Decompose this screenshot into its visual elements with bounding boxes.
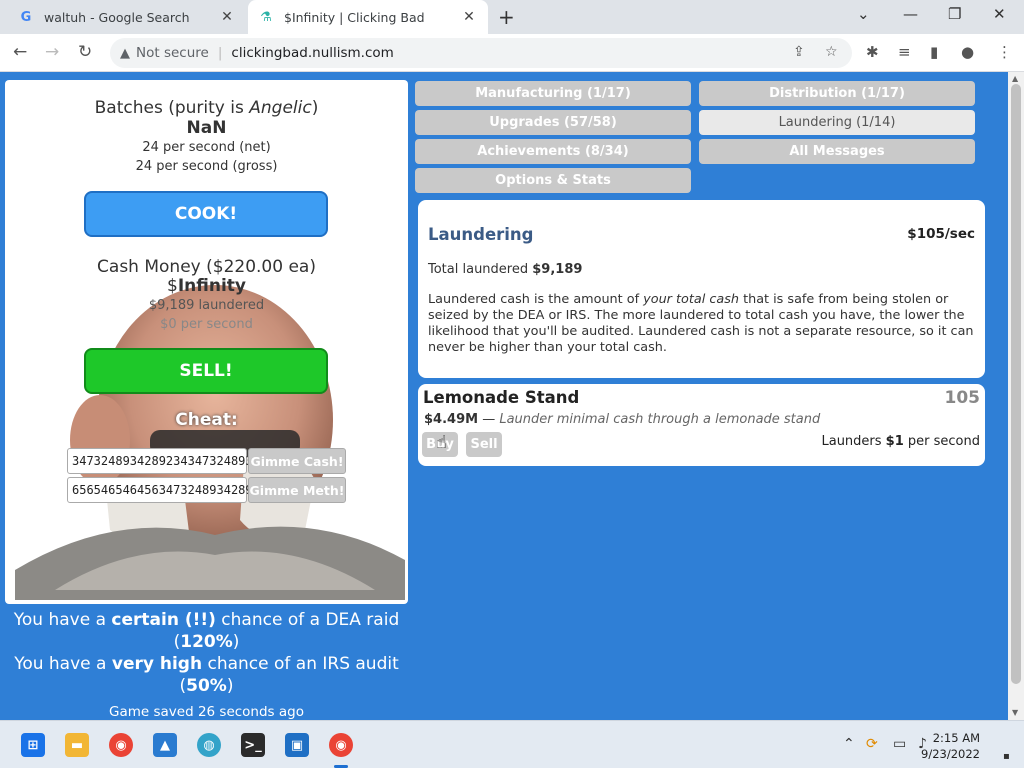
windows-taskbar: ⊞ ▬ ◉ ▲ ◍ >_ ▣ ◉ ⌃ ⟳ ▭ ♪ 2:15 AM 9/23/20… xyxy=(0,720,1024,768)
security-label[interactable]: Not secure xyxy=(136,45,209,61)
windows-start-icon[interactable]: ⊞ xyxy=(21,733,45,757)
cash-per-second: $0 per second xyxy=(160,317,253,332)
warning-icon[interactable]: ▲ xyxy=(120,46,130,61)
back-icon[interactable]: ← xyxy=(13,42,27,62)
laundering-rate: $105/sec xyxy=(907,226,975,242)
laundering-description: Laundered cash is the amount of your tot… xyxy=(428,292,974,355)
cash-label: Cash Money ($220.00 ea) xyxy=(97,257,316,277)
close-tab-icon[interactable]: ✕ xyxy=(218,9,236,25)
laundering-info-card: Laundering $105/sec Total laundered $9,1… xyxy=(418,200,985,378)
item-launder-rate: Launders $1 per second xyxy=(821,434,980,449)
batches-label: Batches (purity is Angelic) xyxy=(94,98,319,118)
close-tab-icon[interactable]: ✕ xyxy=(460,9,478,25)
file-explorer-icon[interactable]: ▬ xyxy=(65,733,89,757)
tab-upgrades[interactable]: Upgrades (57/58) xyxy=(415,110,691,135)
chrome-active-icon[interactable]: ◉ xyxy=(329,733,353,757)
item-name: Lemonade Stand xyxy=(423,388,580,407)
cheat-meth-input[interactable]: 656546546456347324893428923 xyxy=(67,477,267,503)
show-hidden-icons-icon[interactable]: ⌃ xyxy=(843,736,855,752)
production-panel: Batches (purity is Angelic) NaN 24 per s… xyxy=(5,80,408,604)
terminal-icon[interactable]: >_ xyxy=(241,733,265,757)
address-bar: ← → ↻ ▲ Not secure | clickingbad.nullism… xyxy=(0,34,1024,72)
url-text[interactable]: clickingbad.nullism.com xyxy=(231,45,393,61)
tab-all-messages[interactable]: All Messages xyxy=(699,139,975,164)
close-window-icon[interactable]: ✕ xyxy=(993,5,1006,23)
scroll-down-icon[interactable]: ▼ xyxy=(1012,708,1018,717)
tab-search-icon[interactable]: ⌄ xyxy=(857,5,870,23)
maps-icon[interactable]: ◍ xyxy=(197,733,221,757)
new-tab-icon[interactable]: + xyxy=(498,5,515,29)
tab-title: $Infinity | Clicking Bad xyxy=(284,9,425,25)
item-count: 105 xyxy=(944,388,981,408)
divider: | xyxy=(217,45,223,61)
gimme-cash-button[interactable]: Gimme Cash! xyxy=(248,448,346,474)
minimize-icon[interactable]: — xyxy=(903,5,918,23)
tab-distribution[interactable]: Distribution (1/17) xyxy=(699,81,975,106)
reload-icon[interactable]: ↻ xyxy=(78,42,92,62)
dea-risk: You have a certain (!!) chance of a DEA … xyxy=(13,610,400,652)
clock-date: 9/23/2022 xyxy=(921,747,980,761)
cook-button[interactable]: COOK! xyxy=(84,191,328,237)
tab-laundering[interactable]: Laundering (1/14) xyxy=(699,110,975,135)
tab-clicking-bad[interactable]: ⚗ $Infinity | Clicking Bad ✕ xyxy=(248,0,488,34)
save-status: Game saved 26 seconds ago xyxy=(109,704,304,720)
google-g-icon: G xyxy=(20,9,32,25)
net-rate: 24 per second (net) xyxy=(142,140,271,155)
sell-button[interactable]: SELL! xyxy=(84,348,328,394)
clock-time: 2:15 AM xyxy=(932,731,980,745)
side-panel-icon[interactable]: ▮ xyxy=(930,43,938,61)
media-control-icon[interactable]: ≡ xyxy=(898,43,911,61)
tab-achievements[interactable]: Achievements (8/34) xyxy=(415,139,691,164)
cheat-title: Cheat: xyxy=(175,410,238,430)
bookmark-star-icon[interactable]: ☆ xyxy=(825,44,838,60)
scroll-up-icon[interactable]: ▲ xyxy=(1012,74,1018,83)
laundering-title: Laundering xyxy=(428,225,534,244)
sell-item-button[interactable]: Sell xyxy=(466,432,502,457)
sync-icon[interactable]: ⟳ xyxy=(866,736,878,752)
hand-cursor-icon: ☝ xyxy=(436,432,447,453)
total-laundered: Total laundered $9,189 xyxy=(428,262,583,277)
item-cost: $4.49M — Launder minimal cash through a … xyxy=(424,412,821,427)
share-icon[interactable]: ⇪ xyxy=(793,44,805,60)
profile-avatar-icon[interactable]: ● xyxy=(961,43,974,61)
scroll-thumb[interactable] xyxy=(1011,84,1021,684)
tab-title: waltuh - Google Search xyxy=(44,9,190,25)
extensions-icon[interactable]: ✱ xyxy=(866,43,879,61)
tab-google-search[interactable]: G waltuh - Google Search ✕ xyxy=(8,0,246,34)
page-scrollbar[interactable]: ▲ ▼ xyxy=(1008,72,1024,720)
notification-icon[interactable]: ▪ xyxy=(1003,751,1010,762)
tab-manufacturing[interactable]: Manufacturing (1/17) xyxy=(415,81,691,106)
forward-icon[interactable]: → xyxy=(45,42,59,62)
gross-rate: 24 per second (gross) xyxy=(135,159,278,174)
chrome-icon[interactable]: ◉ xyxy=(109,733,133,757)
cheat-cash-input[interactable]: 347324893428923434732489342 xyxy=(67,448,267,474)
batches-value: NaN xyxy=(186,118,227,138)
irs-risk: You have a very high chance of an IRS au… xyxy=(14,654,399,696)
laundered-total: $9,189 laundered xyxy=(148,298,265,313)
gimme-meth-button[interactable]: Gimme Meth! xyxy=(248,477,346,503)
network-icon[interactable]: ▭ xyxy=(893,736,906,752)
photos-icon[interactable]: ▲ xyxy=(153,733,177,757)
maximize-icon[interactable]: ❐ xyxy=(948,5,961,23)
tab-bar: G waltuh - Google Search ✕ ⚗ $Infinity |… xyxy=(0,0,1024,34)
cash-value: $Infinity xyxy=(167,276,246,296)
menu-kebab-icon[interactable]: ⋮ xyxy=(997,43,1012,61)
omnibox[interactable]: ▲ Not secure | clickingbad.nullism.com ⇪… xyxy=(110,38,852,68)
tab-options-stats[interactable]: Options & Stats xyxy=(415,168,691,193)
flask-icon: ⚗ xyxy=(260,9,272,25)
game-page: Batches (purity is Angelic) NaN 24 per s… xyxy=(0,72,1008,720)
store-icon[interactable]: ▣ xyxy=(285,733,309,757)
system-clock[interactable]: 2:15 AM 9/23/2022 xyxy=(921,730,980,762)
lemonade-stand-card: Lemonade Stand 105 $4.49M — Launder mini… xyxy=(418,384,985,466)
